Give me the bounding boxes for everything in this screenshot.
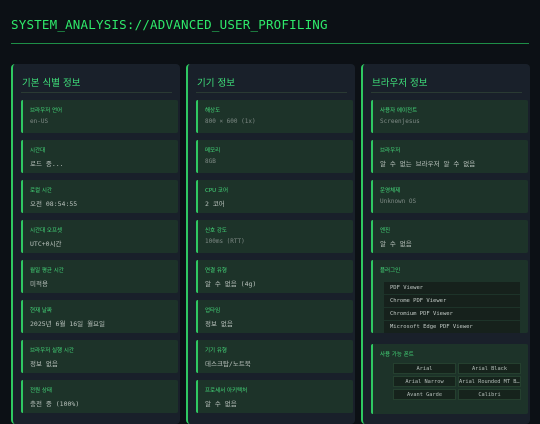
card-value: Screenjesus xyxy=(380,118,420,125)
info-card-current-date: 현재 날짜 2025년 6월 16일 월요일 xyxy=(21,300,178,333)
card-label: 사용 가능 폰트 xyxy=(380,352,414,358)
info-card-timezone-offset: 시간대 오프셋 UTC+0시간 xyxy=(21,220,178,253)
plugins-card: 플러그인 PDF Viewer Chrome PDF Viewer Chromi… xyxy=(371,260,528,333)
info-card-uptime: 업타임 정보 없음 xyxy=(196,300,353,333)
card-value: 알 수 없음 (4g) xyxy=(205,280,257,288)
card-value: 정보 없음 xyxy=(30,360,58,368)
panel-title: 브라우저 정보 xyxy=(372,78,428,89)
card-label: 운영체제 xyxy=(380,188,401,194)
card-value: 미적용 xyxy=(30,280,48,288)
card-label: CPU 코어 xyxy=(205,188,229,194)
card-value: 알 수 없는 브라우저 알 수 없음 xyxy=(380,160,476,168)
info-card-browser-language: 브라우저 언어 en-US xyxy=(21,100,178,133)
info-card-operating-system: 운영체제 Unknown OS xyxy=(371,180,528,213)
info-card-device-type: 기기 유형 데스크탑/노트북 xyxy=(196,340,353,373)
info-card-resolution: 해상도 800 × 600 (1x) xyxy=(196,100,353,133)
page-title: SYSTEM_ANALYSIS://ADVANCED_USER_PROFILIN… xyxy=(11,17,328,32)
card-label: 월일 평균 시간 xyxy=(30,268,64,274)
card-label: 프로세서 아키텍처 xyxy=(205,388,248,394)
card-label: 메모리 xyxy=(205,148,221,154)
card-label: 신호 강도 xyxy=(205,228,227,234)
info-card-browser-runtime: 브라우저 실행 시간 정보 없음 xyxy=(21,340,178,373)
card-label: 업타임 xyxy=(205,308,221,314)
card-value: 오전 08:54:55 xyxy=(30,200,78,208)
card-value: 알 수 없음 xyxy=(380,240,412,248)
info-card-average-time: 월일 평균 시간 미적용 xyxy=(21,260,178,293)
info-card-engine: 엔진 알 수 없음 xyxy=(371,220,528,253)
panel-divider xyxy=(21,92,172,93)
font-chip: Arial xyxy=(393,363,456,374)
plugin-list-item: Chrome PDF Viewer xyxy=(384,295,520,307)
fonts-card: 사용 가능 폰트 Arial Arial Black Arial Narrow … xyxy=(371,344,528,414)
card-label: 브라우저 실행 시간 xyxy=(30,348,74,354)
info-card-browser: 브라우저 알 수 없는 브라우저 알 수 없음 xyxy=(371,140,528,173)
header-divider xyxy=(11,43,529,44)
page-header: SYSTEM_ANALYSIS://ADVANCED_USER_PROFILIN… xyxy=(0,0,540,46)
panel-browser-info: 브라우저 정보 사용자 에이전트 Screenjesus 브라우저 알 수 없는… xyxy=(361,64,530,424)
card-label: 해상도 xyxy=(205,108,221,114)
card-label: 연결 유형 xyxy=(205,268,227,274)
card-value: 로드 중... xyxy=(30,160,64,168)
card-label: 엔진 xyxy=(380,228,391,234)
card-value: 2025년 6월 16일 월요일 xyxy=(30,320,106,328)
font-chip: Avant Garde xyxy=(393,389,456,400)
card-label: 시간대 xyxy=(30,148,46,154)
card-value: en-US xyxy=(30,118,49,125)
card-value: 충전 중 (100%) xyxy=(30,400,80,408)
plugin-list-item: PDF Viewer xyxy=(384,282,520,294)
info-card-cpu-cores: CPU 코어 2 코어 xyxy=(196,180,353,213)
card-value: 2 코어 xyxy=(205,200,225,208)
card-label: 사용자 에이전트 xyxy=(380,108,418,114)
plugin-list-item: Chromium PDF Viewer xyxy=(384,308,520,320)
info-card-processor-arch: 프로세서 아키텍처 알 수 없음 xyxy=(196,380,353,413)
info-card-memory: 메모리 8GB xyxy=(196,140,353,173)
card-value: 800 × 600 (1x) xyxy=(205,118,256,125)
panel-basic-identification: 기본 식별 정보 브라우저 언어 en-US 시간대 로드 중... 로컬 시간… xyxy=(11,64,180,424)
font-chip: Arial Rounded MT Bold xyxy=(458,376,521,387)
card-value: 100ms (RTT) xyxy=(205,238,245,245)
font-chip: Arial Black xyxy=(458,363,521,374)
info-card-local-time: 로컬 시간 오전 08:54:55 xyxy=(21,180,178,213)
card-value: 정보 없음 xyxy=(205,320,233,328)
card-value: UTC+0시간 xyxy=(30,240,62,248)
card-label: 브라우저 언어 xyxy=(30,108,63,114)
info-card-signal-strength: 신호 강도 100ms (RTT) xyxy=(196,220,353,253)
card-label: 플러그인 xyxy=(380,268,401,274)
font-chip: Calibri xyxy=(458,389,521,400)
info-card-timezone: 시간대 로드 중... xyxy=(21,140,178,173)
card-label: 현재 날짜 xyxy=(30,308,52,314)
card-value: 알 수 없음 xyxy=(205,400,237,408)
panel-device-info: 기기 정보 해상도 800 × 600 (1x) 메모리 8GB CPU 코어 … xyxy=(186,64,355,424)
info-card-power-status: 전원 상태 충전 중 (100%) xyxy=(21,380,178,413)
panel-title: 기기 정보 xyxy=(197,78,235,89)
panel-divider xyxy=(371,92,522,93)
panel-divider xyxy=(196,92,347,93)
font-chip: Arial Narrow xyxy=(393,376,456,387)
plugin-list-item: Microsoft Edge PDF Viewer xyxy=(384,321,520,333)
card-label: 브라우저 xyxy=(380,148,401,154)
info-card-connection-type: 연결 유형 알 수 없음 (4g) xyxy=(196,260,353,293)
panel-title: 기본 식별 정보 xyxy=(22,78,81,89)
card-value: 데스크탑/노트북 xyxy=(205,360,251,368)
card-value: 8GB xyxy=(205,158,216,165)
card-label: 로컬 시간 xyxy=(30,188,52,194)
info-card-user-agent: 사용자 에이전트 Screenjesus xyxy=(371,100,528,133)
card-label: 시간대 오프셋 xyxy=(30,228,63,234)
card-label: 전원 상태 xyxy=(30,388,52,394)
card-label: 기기 유형 xyxy=(205,348,227,354)
card-value: Unknown OS xyxy=(380,198,417,205)
